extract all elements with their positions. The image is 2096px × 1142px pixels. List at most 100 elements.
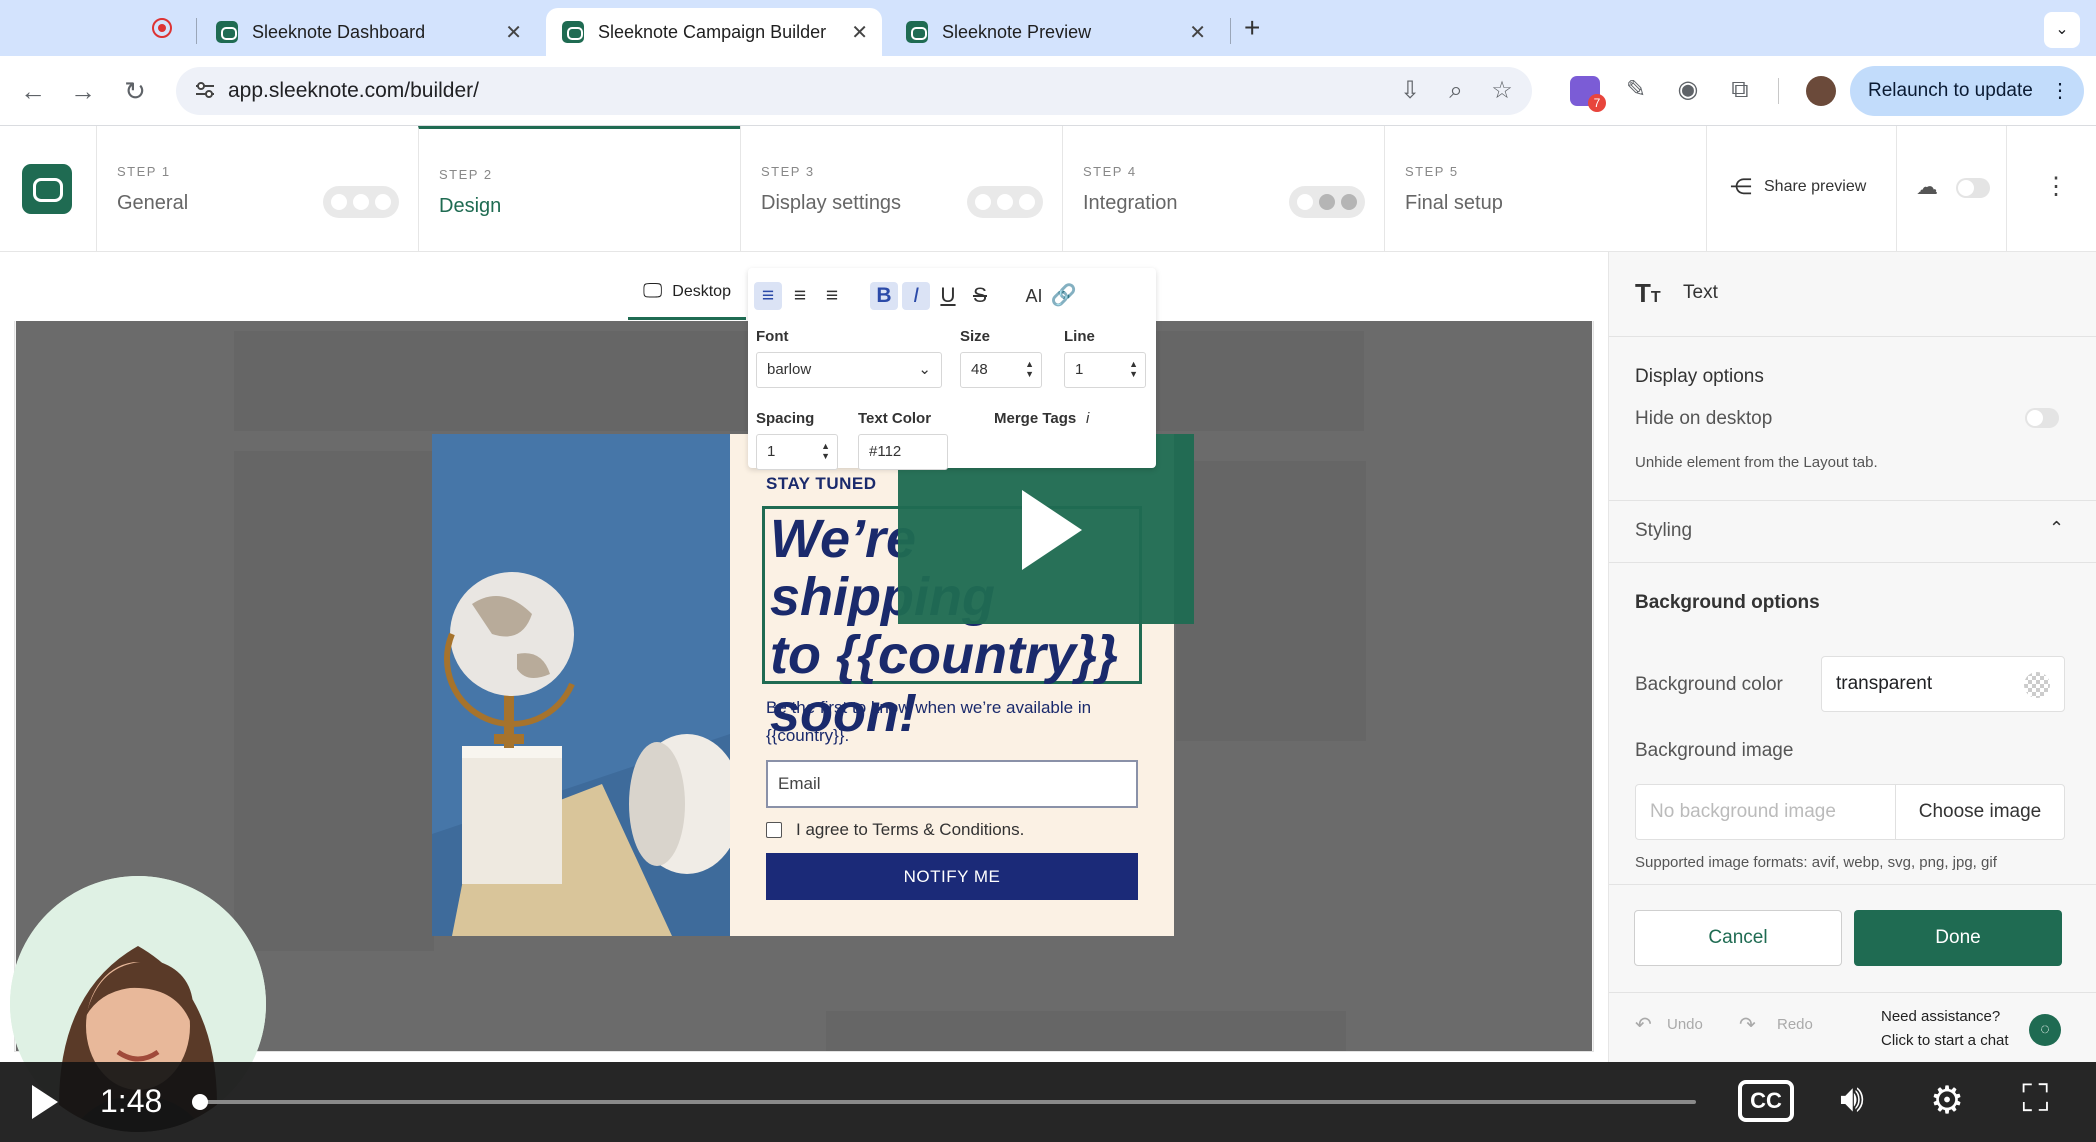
- popup-body-text[interactable]: Be the first to know when we’re availabl…: [766, 694, 1136, 750]
- password-manager-icon[interactable]: ◉: [1674, 76, 1702, 104]
- align-left-icon[interactable]: ≡: [754, 282, 782, 310]
- stepper-arrows-icon[interactable]: ▲ ▼: [1025, 359, 1034, 379]
- notify-me-button[interactable]: NOTIFY ME: [766, 853, 1138, 900]
- align-center-icon[interactable]: ≡: [786, 282, 814, 310]
- spacing-stepper[interactable]: 1 ▲ ▼: [756, 434, 838, 470]
- recording-icon: [152, 18, 172, 38]
- player-progress-bar[interactable]: [198, 1100, 1696, 1104]
- more-options-icon[interactable]: ⋮: [2044, 172, 2068, 201]
- sleeknote-favicon-icon: [562, 21, 584, 43]
- ai-assist-button[interactable]: AI: [1020, 282, 1048, 310]
- redo-icon[interactable]: ↷: [1739, 1012, 1756, 1037]
- volume-icon[interactable]: 🔊︎: [1840, 1078, 1864, 1121]
- share-preview-button[interactable]: ⋲ Share preview: [1730, 174, 1866, 200]
- more-menu-icon[interactable]: ⋮: [2050, 66, 2070, 116]
- unhide-hint: Unhide element from the Layout tab.: [1635, 454, 1878, 471]
- globe-illustration: [432, 434, 730, 936]
- step-name: Final setup: [1405, 192, 1503, 214]
- extensions-icon[interactable]: ⧉: [1726, 76, 1754, 104]
- desktop-icon: 🖵: [643, 280, 663, 302]
- step-design[interactable]: STEP 2 Design: [418, 126, 740, 251]
- url-text[interactable]: app.sleeknote.com/builder/: [228, 79, 479, 103]
- puzzle-extension-icon[interactable]: ✎: [1622, 76, 1650, 104]
- done-button[interactable]: Done: [1854, 910, 2062, 966]
- back-icon[interactable]: ←: [14, 72, 52, 110]
- new-tab-icon[interactable]: +: [1244, 12, 1260, 44]
- reload-icon[interactable]: ↻: [116, 72, 154, 110]
- popup-kicker[interactable]: STAY TUNED: [766, 474, 877, 494]
- supported-formats-hint: Supported image formats: avif, webp, svg…: [1635, 854, 1997, 871]
- redo-label[interactable]: Redo: [1777, 1016, 1813, 1033]
- bold-icon[interactable]: B: [870, 282, 898, 310]
- autosave-toggle[interactable]: [1956, 178, 1990, 198]
- size-stepper[interactable]: 48 ▲ ▼: [960, 352, 1042, 388]
- tab-label: Sleeknote Preview: [942, 21, 1092, 42]
- fullscreen-icon[interactable]: ⛶: [2022, 1078, 2049, 1121]
- browser-toolbar: ← → ↻ app.sleeknote.com/builder/ ⇩ ⌕ ☆ 7…: [0, 56, 2096, 126]
- bookmark-star-icon[interactable]: ☆: [1488, 77, 1516, 105]
- step-integration[interactable]: STEP 4 Integration: [1062, 126, 1384, 251]
- step-status-indicator: [967, 186, 1043, 218]
- info-icon[interactable]: i: [1086, 410, 1089, 427]
- text-color-field[interactable]: #112: [858, 434, 948, 470]
- line-height-stepper[interactable]: 1 ▲ ▼: [1064, 352, 1146, 388]
- player-scrub-handle[interactable]: [192, 1094, 208, 1110]
- tab-preview[interactable]: Sleeknote Preview ✕: [890, 8, 1220, 56]
- align-right-icon[interactable]: ≡: [818, 282, 846, 310]
- hide-on-desktop-toggle[interactable]: [2025, 408, 2059, 428]
- step-final-setup[interactable]: STEP 5 Final setup: [1384, 126, 1706, 251]
- spacing-value: 1: [767, 443, 776, 460]
- popup-image[interactable]: [432, 434, 730, 936]
- underline-icon[interactable]: U: [934, 282, 962, 310]
- assistance-link[interactable]: Click to start a chat: [1881, 1032, 2009, 1049]
- settings-gear-icon[interactable]: ⚙: [1930, 1078, 1964, 1123]
- step-number: STEP 4: [1083, 164, 1137, 179]
- step-status-indicator: [1289, 186, 1365, 218]
- zoom-icon[interactable]: ⌕: [1442, 77, 1470, 105]
- extension-badge: 7: [1588, 94, 1606, 112]
- close-tab-icon[interactable]: ✕: [505, 20, 522, 45]
- device-tab-desktop[interactable]: 🖵 Desktop: [628, 266, 746, 320]
- chat-bubble-icon[interactable]: ◌: [2029, 1014, 2061, 1046]
- email-field[interactable]: Email: [766, 760, 1138, 808]
- install-app-icon[interactable]: ⇩: [1396, 77, 1424, 105]
- choose-image-button[interactable]: Choose image: [1895, 784, 2065, 840]
- relaunch-button[interactable]: Relaunch to update ⋮: [1850, 66, 2084, 116]
- tab-label: Sleeknote Campaign Builder: [598, 21, 827, 42]
- text-format-toolbar: ≡ ≡ ≡ B I U S AI 🔗 Font barlow ⌄ Size 48 ▲…: [748, 268, 1156, 470]
- address-bar[interactable]: app.sleeknote.com/builder/ ⇩ ⌕ ☆: [176, 67, 1532, 115]
- tab-dashboard[interactable]: Sleeknote Dashboard ✕: [200, 8, 536, 56]
- background-image-label: Background image: [1635, 740, 1794, 761]
- tab-campaign-builder[interactable]: Sleeknote Campaign Builder ✕: [546, 8, 882, 56]
- terms-checkbox-row[interactable]: I agree to Terms & Conditions.: [766, 820, 1024, 840]
- font-label: Font: [756, 328, 789, 345]
- undo-icon[interactable]: ↶: [1635, 1012, 1652, 1037]
- background-image-field[interactable]: No background image: [1635, 784, 1897, 840]
- styling-section-header[interactable]: Styling: [1635, 520, 1692, 542]
- undo-label[interactable]: Undo: [1667, 1016, 1703, 1033]
- terms-checkbox[interactable]: [766, 822, 782, 838]
- stepper-arrows-icon[interactable]: ▲ ▼: [821, 441, 830, 461]
- close-tab-icon[interactable]: ✕: [1189, 20, 1206, 45]
- cancel-button[interactable]: Cancel: [1634, 910, 1842, 966]
- chevron-up-icon[interactable]: ⌃: [2049, 518, 2064, 539]
- strikethrough-icon[interactable]: S: [966, 282, 994, 310]
- stepper-arrows-icon[interactable]: ▲ ▼: [1129, 359, 1138, 379]
- font-select[interactable]: barlow ⌄: [756, 352, 942, 388]
- step-display-settings[interactable]: STEP 3 Display settings: [740, 126, 1062, 251]
- close-tab-icon[interactable]: ✕: [851, 20, 868, 45]
- step-general[interactable]: STEP 1 General: [96, 126, 418, 251]
- profile-avatar[interactable]: [1806, 76, 1836, 106]
- closed-captions-button[interactable]: CC: [1738, 1080, 1794, 1122]
- transparent-swatch-icon[interactable]: [2024, 672, 2050, 698]
- tab-search-icon[interactable]: ⌄: [2044, 12, 2080, 48]
- background-color-field[interactable]: transparent: [1821, 656, 2065, 712]
- link-icon[interactable]: 🔗: [1050, 282, 1078, 310]
- site-settings-icon[interactable]: [194, 79, 216, 101]
- player-play-icon[interactable]: [32, 1085, 58, 1119]
- italic-icon[interactable]: I: [902, 282, 930, 310]
- sleeknote-logo-icon[interactable]: [22, 164, 72, 214]
- step-name: Integration: [1083, 192, 1178, 214]
- forward-icon[interactable]: →: [64, 72, 102, 110]
- play-icon[interactable]: [1022, 490, 1082, 570]
